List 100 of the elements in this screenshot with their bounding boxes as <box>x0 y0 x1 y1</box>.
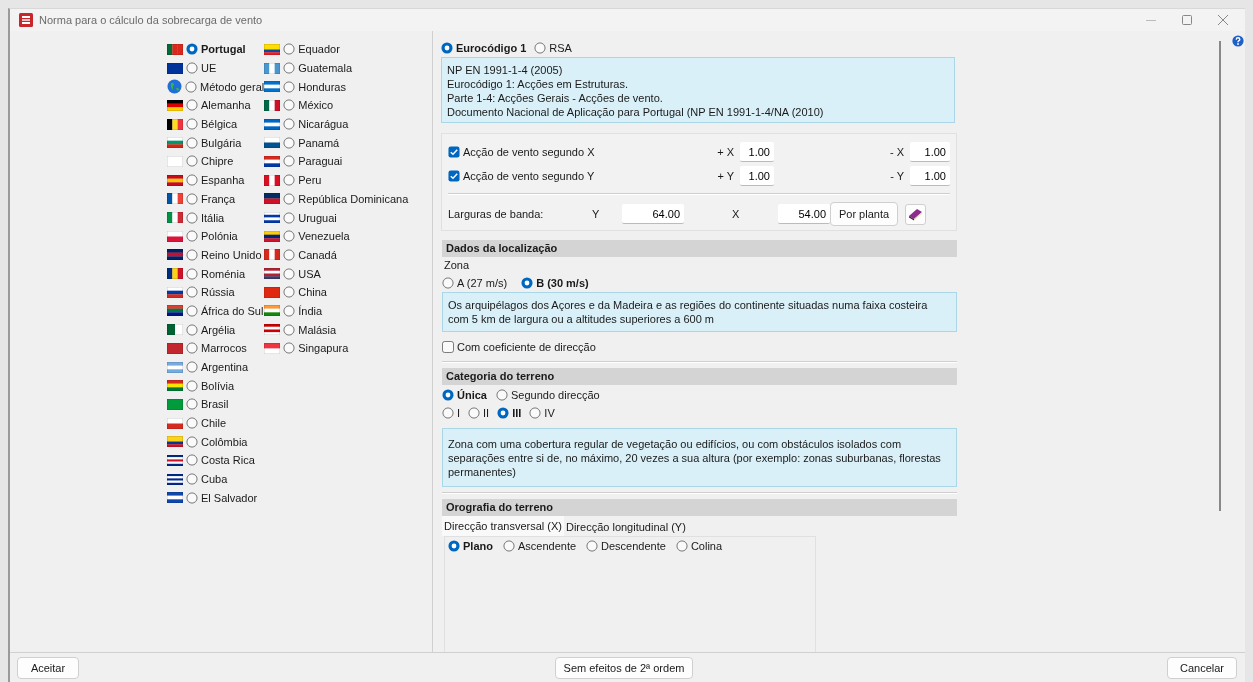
flag-icon <box>167 43 183 55</box>
radio-button[interactable]: República Dominicana <box>283 192 409 205</box>
radio-button[interactable]: Marrocos <box>186 342 247 355</box>
radio-button[interactable]: Bélgica <box>186 118 238 131</box>
maximize-icon[interactable] <box>1182 15 1192 25</box>
checkbox-icon <box>448 146 460 158</box>
radio-button[interactable]: Alemanha <box>186 99 251 112</box>
book-icon <box>908 207 923 221</box>
radio-icon <box>283 155 296 168</box>
radio-button[interactable]: IV <box>529 407 555 419</box>
flag-icon <box>264 155 281 167</box>
checkbox[interactable]: Acção de vento segundo Y <box>448 170 710 182</box>
input-field[interactable]: 54.00 <box>778 204 830 224</box>
input-field[interactable]: 1.00 <box>740 166 774 186</box>
input-field[interactable]: 64.00 <box>622 204 684 224</box>
radio-icon <box>186 417 198 430</box>
radio-button[interactable]: Guatemala <box>283 62 353 75</box>
description-line: Parte 1-4: Acções Gerais - Acções de vento. <box>447 91 664 105</box>
radio-button[interactable]: Plano <box>448 540 493 552</box>
radio-button[interactable]: Paraguai <box>283 155 343 168</box>
radio-icon <box>186 435 198 448</box>
radio-button[interactable]: B (30 m/s) <box>521 276 589 289</box>
radio-button[interactable]: China <box>283 286 327 299</box>
field-label: - X <box>888 146 905 158</box>
radio-button[interactable]: Cuba <box>186 473 228 486</box>
tab[interactable]: Direcção transversal (X) <box>442 516 564 536</box>
radio-button[interactable]: África do Sul <box>186 304 264 317</box>
radio-button[interactable]: França <box>186 192 236 205</box>
book-button[interactable] <box>905 203 926 225</box>
radio-button[interactable]: Rússia <box>186 286 235 299</box>
flag-icon <box>264 249 281 261</box>
input-field[interactable]: 1.00 <box>740 142 774 162</box>
radio-button[interactable]: RSA <box>534 42 572 54</box>
radio-button[interactable]: Polónia <box>186 230 238 243</box>
radio-button[interactable]: Colômbia <box>186 435 248 448</box>
radio-button[interactable]: Argentina <box>186 361 249 374</box>
radio-button[interactable]: México <box>283 99 334 112</box>
radio-icon <box>468 407 481 419</box>
radio-button[interactable]: Descendente <box>586 540 666 552</box>
radio-icon <box>283 192 296 205</box>
radio-button[interactable]: Colina <box>675 540 723 552</box>
radio-icon <box>442 389 454 401</box>
radio-button[interactable]: Peru <box>283 174 322 187</box>
scrollbar[interactable] <box>1219 41 1221 511</box>
input-field[interactable]: 1.00 <box>910 142 950 162</box>
radio-button[interactable]: Itália <box>186 211 225 224</box>
radio-button[interactable]: Segundo direcção <box>495 389 600 401</box>
radio-button[interactable]: UE <box>186 62 217 75</box>
radio-button[interactable]: Bolívia <box>186 379 235 392</box>
dialog-button[interactable]: Cancelar <box>1167 656 1237 679</box>
radio-button[interactable]: Honduras <box>283 80 346 93</box>
radio-button[interactable]: Bulgária <box>186 136 242 149</box>
dialog-button[interactable]: Aceitar <box>17 656 79 679</box>
radio-button[interactable]: Portugal <box>186 43 246 56</box>
checkbox[interactable]: Com coeficiente de direcção <box>442 340 596 353</box>
radio-button[interactable]: Uruguai <box>283 211 337 224</box>
radio-button[interactable]: Venezuela <box>283 230 350 243</box>
radio-button[interactable]: Única <box>442 389 487 401</box>
radio-button[interactable]: I <box>442 407 461 419</box>
tab[interactable]: Direcção longitudinal (Y) <box>564 517 688 536</box>
radio-button[interactable]: Espanha <box>186 174 245 187</box>
radio-button[interactable]: A (27 m/s) <box>442 276 508 289</box>
radio-button[interactable]: Método geral <box>185 80 265 93</box>
radio-button[interactable]: III <box>497 407 522 419</box>
radio-button[interactable]: Panamá <box>283 136 340 149</box>
help-icon[interactable] <box>1232 35 1244 47</box>
radio-button[interactable]: Singapura <box>283 342 349 355</box>
close-icon[interactable] <box>1218 15 1228 25</box>
flag-icon <box>167 380 183 392</box>
radio-button[interactable]: Chipre <box>186 155 234 168</box>
radio-button[interactable]: Costa Rica <box>186 454 255 467</box>
checkbox[interactable]: Acção de vento segundo X <box>448 146 710 158</box>
radio-button[interactable]: El Salvador <box>186 491 258 504</box>
radio-button[interactable]: Brasil <box>186 398 229 411</box>
radio-button[interactable]: Argélia <box>186 323 236 336</box>
flag-icon <box>167 249 183 261</box>
radio-button[interactable]: Roménia <box>186 267 246 280</box>
input-field[interactable]: 1.00 <box>910 166 950 186</box>
radio-button[interactable]: Chile <box>186 417 227 430</box>
radio-button[interactable]: II <box>468 407 490 419</box>
radio-button[interactable]: Equador <box>283 43 340 56</box>
radio-button[interactable]: Índia <box>283 304 323 317</box>
field-label: Zona <box>443 258 471 273</box>
radio-icon <box>283 304 296 317</box>
radio-button[interactable]: Nicarágua <box>283 118 349 131</box>
field-label: - Y <box>889 170 905 182</box>
radio-icon <box>186 454 198 467</box>
radio-button[interactable]: Malásia <box>283 323 337 336</box>
radio-icon <box>283 43 296 56</box>
radio-button[interactable]: Ascendente <box>502 540 577 552</box>
radio-button[interactable]: Reino Unido <box>186 248 262 261</box>
flag-icon <box>167 155 183 167</box>
globe-icon <box>167 79 182 95</box>
flag-icon <box>167 62 183 74</box>
radio-button[interactable]: Eurocódigo 1 <box>441 42 527 54</box>
dialog-button[interactable]: Sem efeitos de 2ª ordem <box>555 656 693 679</box>
radio-button[interactable]: USA <box>283 267 321 280</box>
radio-icon <box>441 42 453 54</box>
radio-button[interactable]: Canadá <box>283 248 337 261</box>
por-planta-button[interactable]: Por planta <box>830 202 898 226</box>
